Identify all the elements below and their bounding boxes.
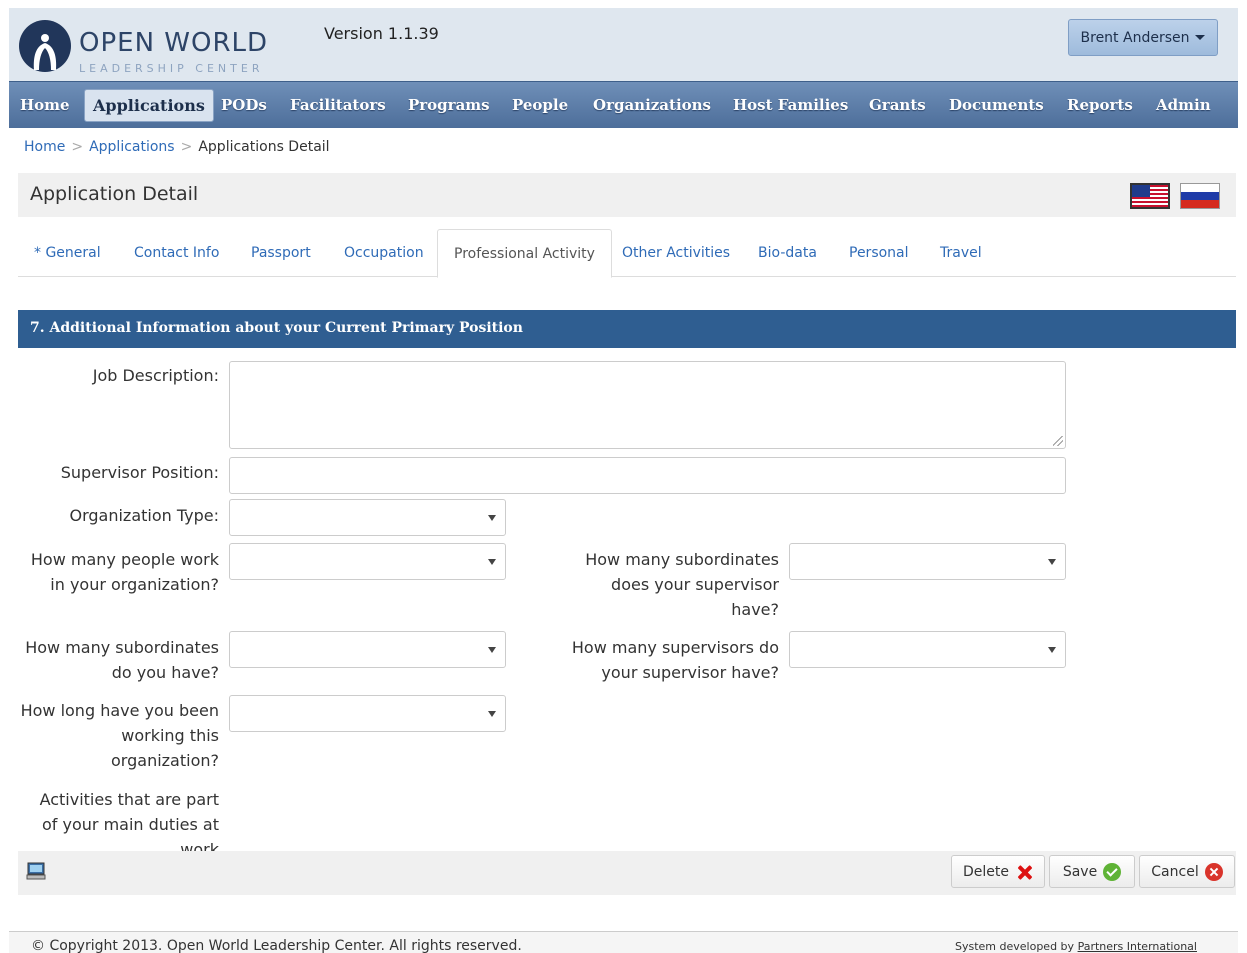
credit-prefix: System developed by xyxy=(955,940,1075,953)
tab-travel[interactable]: Travel xyxy=(940,229,982,277)
how-long-select[interactable] xyxy=(229,695,506,732)
tab-passport[interactable]: Passport xyxy=(251,229,311,277)
logo-emblem-icon xyxy=(19,20,71,72)
open-world-logo[interactable]: OPEN WORLD LEADERSHIP CENTER xyxy=(19,16,279,76)
tab-professional-activity[interactable]: Professional Activity xyxy=(437,229,612,278)
supervisor-position-label: Supervisor Position: xyxy=(60,463,219,482)
logo-figure-icon xyxy=(33,34,57,70)
nav-item-applications[interactable]: Applications xyxy=(84,89,214,122)
logo-subtitle: LEADERSHIP CENTER xyxy=(79,62,264,75)
nav-item-reports[interactable]: Reports xyxy=(1067,82,1133,129)
green-check-icon xyxy=(1103,862,1122,881)
tab-bio-data[interactable]: Bio-data xyxy=(758,229,817,277)
form-toolbar: Delete Save Cancel xyxy=(18,851,1236,895)
breadcrumb-applications[interactable]: Applications xyxy=(89,139,175,155)
people-work-select[interactable] xyxy=(229,543,506,580)
chevron-down-icon xyxy=(1195,35,1206,40)
people-work-label: How many people work in your organizatio… xyxy=(30,550,219,594)
breadcrumb-home[interactable]: Home xyxy=(24,139,65,155)
developer-credit: System developed by Partners Internation… xyxy=(955,940,1197,953)
supervisors-of-supervisor-select[interactable] xyxy=(789,631,1066,668)
dropdown-arrow-icon xyxy=(488,711,496,717)
cancel-label: Cancel xyxy=(1151,863,1199,880)
nav-item-organizations[interactable]: Organizations xyxy=(593,82,711,129)
supervisor-position-input[interactable] xyxy=(229,457,1066,494)
tab-occupation[interactable]: Occupation xyxy=(344,229,424,277)
dropdown-arrow-icon xyxy=(1048,559,1056,565)
nav-item-home[interactable]: Home xyxy=(20,82,70,129)
job-description-textarea[interactable] xyxy=(229,361,1066,449)
main-nav: Home Applications PODs Facilitators Prog… xyxy=(9,81,1238,128)
supervisor-subordinates-select[interactable] xyxy=(789,543,1066,580)
tab-other-activities[interactable]: Other Activities xyxy=(622,229,730,277)
tab-general[interactable]: * General xyxy=(34,229,101,277)
breadcrumb-current: Applications Detail xyxy=(198,139,330,155)
organization-type-label: Organization Type: xyxy=(69,506,219,525)
nav-item-host-families[interactable]: Host Families xyxy=(733,82,848,129)
logo-title: OPEN WORLD xyxy=(79,28,269,58)
supervisors-of-supervisor-label: How many supervisors do your supervisor … xyxy=(571,638,779,682)
section-header: 7. Additional Information about your Cur… xyxy=(18,310,1236,348)
user-name: Brent Andersen xyxy=(1080,29,1190,46)
red-cancel-circle-icon xyxy=(1204,862,1223,881)
nav-item-people[interactable]: People xyxy=(512,82,568,129)
footer: © Copyright 2013. Open World Leadership … xyxy=(9,931,1238,953)
how-long-label: How long have you been working this orga… xyxy=(20,701,219,770)
app-header: OPEN WORLD LEADERSHIP CENTER Version 1.1… xyxy=(9,8,1238,81)
page-title: Application Detail xyxy=(30,183,199,205)
nav-item-facilitators[interactable]: Facilitators xyxy=(290,82,386,129)
cancel-button[interactable]: Cancel xyxy=(1139,855,1235,888)
copyright-text: © Copyright 2013. Open World Leadership … xyxy=(31,938,522,953)
dropdown-arrow-icon xyxy=(488,515,496,521)
us-flag-icon[interactable] xyxy=(1130,183,1170,209)
breadcrumb-separator: > xyxy=(71,139,84,155)
your-subordinates-label: How many subordinates do you have? xyxy=(25,638,219,682)
computer-icon[interactable] xyxy=(26,861,46,881)
tab-contact-info[interactable]: Contact Info xyxy=(134,229,219,277)
nav-item-programs[interactable]: Programs xyxy=(408,82,490,129)
delete-label: Delete xyxy=(963,863,1009,880)
nav-item-documents[interactable]: Documents xyxy=(949,82,1044,129)
save-button[interactable]: Save xyxy=(1049,855,1135,888)
russia-flag-icon[interactable] xyxy=(1180,183,1220,209)
detail-tabs: * General Contact Info Passport Occupati… xyxy=(18,229,1236,278)
user-menu-button[interactable]: Brent Andersen xyxy=(1068,19,1218,56)
tab-personal[interactable]: Personal xyxy=(849,229,909,277)
delete-button[interactable]: Delete xyxy=(951,855,1045,888)
resize-handle-icon[interactable] xyxy=(1053,436,1063,446)
dropdown-arrow-icon xyxy=(488,647,496,653)
partners-international-link[interactable]: Partners International xyxy=(1078,940,1197,953)
dropdown-arrow-icon xyxy=(1048,647,1056,653)
title-bar: Application Detail xyxy=(18,173,1236,217)
nav-item-pods[interactable]: PODs xyxy=(221,82,267,129)
nav-item-grants[interactable]: Grants xyxy=(869,82,926,129)
breadcrumb: Home > Applications > Applications Detail xyxy=(24,139,330,155)
breadcrumb-separator: > xyxy=(180,139,193,155)
organization-type-select[interactable] xyxy=(229,499,506,536)
version-label: Version 1.1.39 xyxy=(324,24,439,43)
job-description-label: Job Description: xyxy=(92,366,219,385)
your-subordinates-select[interactable] xyxy=(229,631,506,668)
nav-item-admin[interactable]: Admin xyxy=(1156,82,1211,129)
supervisor-subordinates-label: How many subordinates does your supervis… xyxy=(585,550,779,619)
dropdown-arrow-icon xyxy=(488,559,496,565)
save-label: Save xyxy=(1062,863,1098,880)
red-x-icon xyxy=(1015,863,1033,881)
